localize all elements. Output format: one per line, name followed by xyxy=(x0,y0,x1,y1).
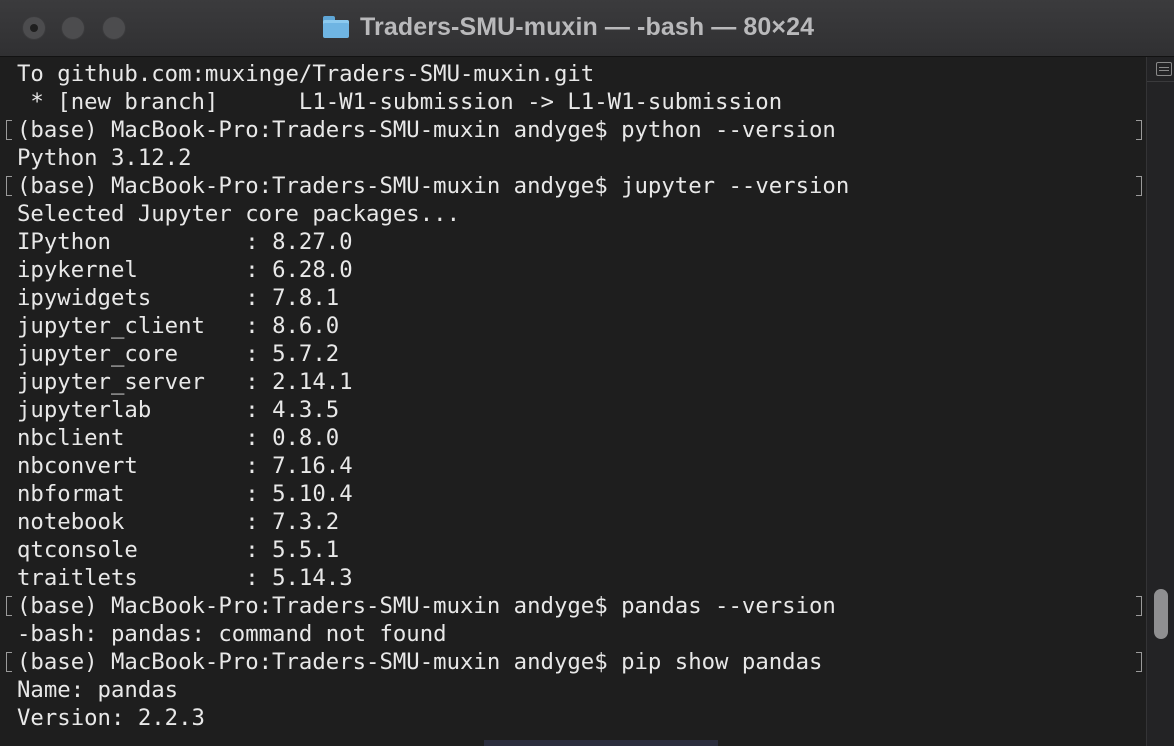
package-version: 5.14.3 xyxy=(272,565,353,591)
package-name: IPython xyxy=(17,229,111,255)
command-line: (base) MacBook-Pro:Traders-SMU-muxin and… xyxy=(17,648,822,676)
scrollbar[interactable] xyxy=(1146,57,1174,746)
package-version: 5.5.1 xyxy=(272,537,340,563)
package-version: 5.10.4 xyxy=(272,481,353,507)
package-version: 0.8.0 xyxy=(272,425,340,451)
prompt: (base) MacBook-Pro:Traders-SMU-muxin and… xyxy=(17,649,622,675)
prompt: (base) MacBook-Pro:Traders-SMU-muxin and… xyxy=(17,117,622,143)
output-line: To github.com:muxinge/Traders-SMU-muxin.… xyxy=(17,61,595,87)
package-row: ipykernel : 6.28.0 xyxy=(17,256,353,284)
package-name: traitlets xyxy=(17,565,138,591)
package-separator: : xyxy=(137,453,273,479)
package-version: 7.16.4 xyxy=(272,453,353,479)
minimize-button[interactable] xyxy=(61,16,85,40)
mark-bracket-right xyxy=(1136,120,1142,140)
terminal-content[interactable]: To github.com:muxinge/Traders-SMU-muxin.… xyxy=(0,57,1146,746)
package-row: jupyter_server : 2.14.1 xyxy=(17,368,353,396)
package-separator: : xyxy=(124,509,273,535)
mark-bracket-right xyxy=(1136,652,1142,672)
package-row: jupyter_core : 5.7.2 xyxy=(17,340,339,368)
package-separator: : xyxy=(151,397,273,423)
zoom-button[interactable] xyxy=(102,16,126,40)
split-pane-icon[interactable] xyxy=(1156,62,1172,76)
output-line: Version: 2.2.3 xyxy=(17,705,205,731)
package-version: 7.8.1 xyxy=(272,285,340,311)
output-line: Name: pandas xyxy=(17,677,179,703)
folder-icon xyxy=(322,15,350,39)
package-separator: : xyxy=(178,341,273,367)
window-title: Traders-SMU-muxin — -bash — 80×24 xyxy=(360,12,815,41)
package-version: 4.3.5 xyxy=(272,397,340,423)
command-text: python --version xyxy=(621,117,836,143)
package-name: jupyter_server xyxy=(17,369,205,395)
close-button[interactable] xyxy=(22,16,46,40)
background-window-edge xyxy=(484,740,718,746)
command-line: (base) MacBook-Pro:Traders-SMU-muxin and… xyxy=(17,116,836,144)
package-separator: : xyxy=(151,285,273,311)
package-name: qtconsole xyxy=(17,537,138,563)
package-name: jupyter_client xyxy=(17,313,205,339)
window-title-group: Traders-SMU-muxin — -bash — 80×24 xyxy=(322,12,814,42)
output-line: Selected Jupyter core packages... xyxy=(17,201,460,227)
package-row: traitlets : 5.14.3 xyxy=(17,564,353,592)
package-name: ipykernel xyxy=(17,257,138,283)
command-text: pandas --version xyxy=(621,593,836,619)
package-version: 8.6.0 xyxy=(272,313,340,339)
prompt: (base) MacBook-Pro:Traders-SMU-muxin and… xyxy=(17,173,622,199)
package-version: 7.3.2 xyxy=(272,509,340,535)
package-separator: : xyxy=(137,565,273,591)
divider xyxy=(1147,81,1174,82)
package-row: jupyter_client : 8.6.0 xyxy=(17,312,339,340)
mark-bracket-left xyxy=(6,596,12,616)
package-name: jupyterlab xyxy=(17,397,152,423)
package-name: notebook xyxy=(17,509,125,535)
package-version: 8.27.0 xyxy=(272,229,353,255)
terminal-window: Traders-SMU-muxin — -bash — 80×24 To git… xyxy=(0,0,1174,746)
package-separator: : xyxy=(204,313,273,339)
package-row: notebook : 7.3.2 xyxy=(17,508,339,536)
package-row: nbclient : 0.8.0 xyxy=(17,424,339,452)
package-row: qtconsole : 5.5.1 xyxy=(17,536,339,564)
mark-bracket-left xyxy=(6,652,12,672)
output-line: * [new branch] L1-W1-submission -> L1-W1… xyxy=(17,89,783,115)
command-text: jupyter --version xyxy=(621,173,850,199)
package-row: nbformat : 5.10.4 xyxy=(17,480,353,508)
package-name: nbclient xyxy=(17,425,125,451)
package-separator: : xyxy=(137,257,273,283)
package-version: 2.14.1 xyxy=(272,369,353,395)
package-separator: : xyxy=(124,425,273,451)
command-line: (base) MacBook-Pro:Traders-SMU-muxin and… xyxy=(17,592,836,620)
package-version: 6.28.0 xyxy=(272,257,353,283)
scrollbar-thumb[interactable] xyxy=(1154,589,1168,639)
package-row: IPython : 8.27.0 xyxy=(17,228,353,256)
package-row: ipywidgets : 7.8.1 xyxy=(17,284,339,312)
package-separator: : xyxy=(137,537,273,563)
title-bar[interactable]: Traders-SMU-muxin — -bash — 80×24 xyxy=(0,0,1174,57)
package-separator: : xyxy=(204,369,273,395)
output-line: Python 3.12.2 xyxy=(17,145,192,171)
package-name: jupyter_core xyxy=(17,341,179,367)
package-row: jupyterlab : 4.3.5 xyxy=(17,396,339,424)
error-line: -bash: pandas: command not found xyxy=(17,621,447,647)
package-separator: : xyxy=(124,481,273,507)
command-text: pip show pandas xyxy=(621,649,823,675)
package-name: nbconvert xyxy=(17,453,138,479)
mark-bracket-right xyxy=(1136,596,1142,616)
mark-bracket-left xyxy=(6,176,12,196)
package-row: nbconvert : 7.16.4 xyxy=(17,452,353,480)
prompt: (base) MacBook-Pro:Traders-SMU-muxin and… xyxy=(17,593,622,619)
package-name: ipywidgets xyxy=(17,285,152,311)
package-separator: : xyxy=(110,229,273,255)
package-version: 5.7.2 xyxy=(272,341,340,367)
package-name: nbformat xyxy=(17,481,125,507)
mark-bracket-left xyxy=(6,120,12,140)
mark-bracket-right xyxy=(1136,176,1142,196)
command-line: (base) MacBook-Pro:Traders-SMU-muxin and… xyxy=(17,172,849,200)
